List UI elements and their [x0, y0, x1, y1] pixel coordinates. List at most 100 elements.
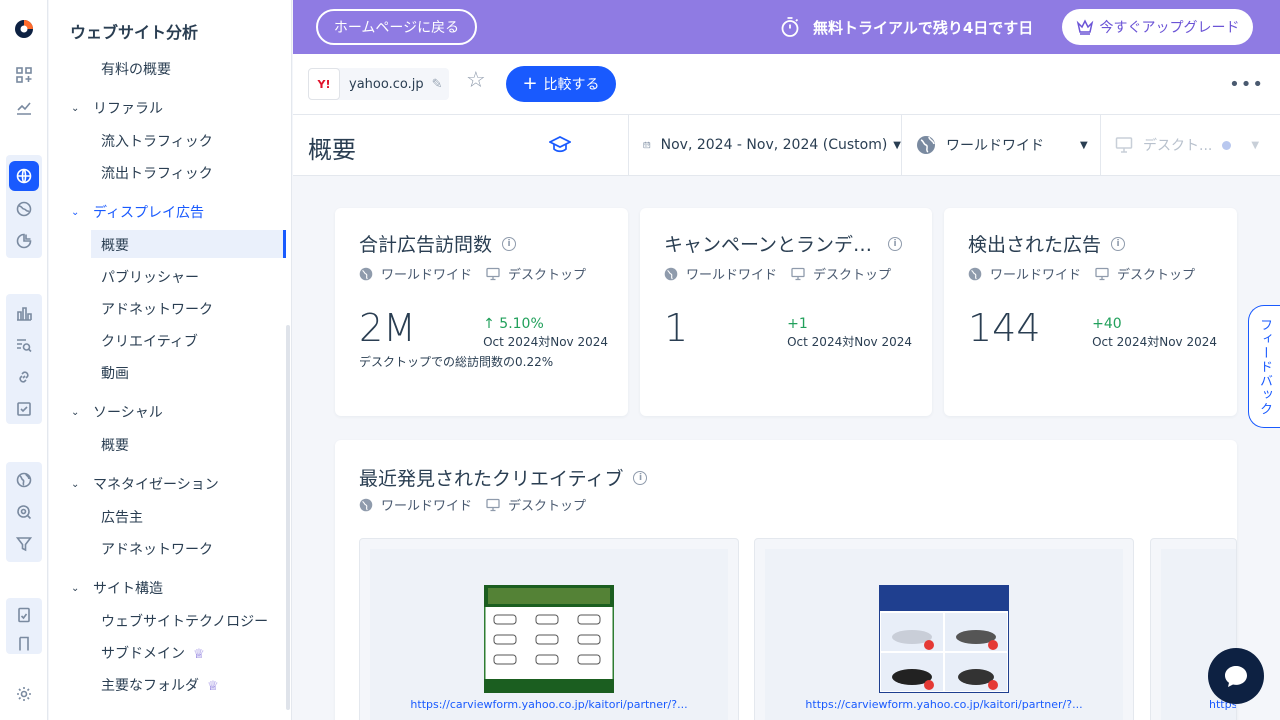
chevron-down-icon: ⌄	[71, 102, 80, 114]
sidebar-item-ad-networks[interactable]: アドネットワーク	[101, 299, 213, 319]
creative-preview	[765, 549, 1123, 720]
sidebar-item-social-overview[interactable]: 概要	[101, 435, 129, 455]
sidebar-section-site-structure[interactable]: ⌄ サイト構造	[71, 578, 163, 598]
globe-search-icon[interactable]	[14, 199, 34, 219]
chevron-down-icon: ⌄	[71, 206, 80, 218]
keyword-search-icon[interactable]	[14, 335, 34, 355]
device-label: デスクトップ	[508, 268, 587, 283]
sidebar-section-monetization[interactable]: ⌄ マネタイゼーション	[71, 474, 219, 494]
chevron-down-icon: ⌄	[71, 406, 80, 418]
card-title: 検出された広告 i	[968, 230, 1126, 257]
creative-url-link[interactable]: https://carviewform.yahoo.co.jp/kaitori/…	[360, 698, 738, 711]
pie-chart-icon[interactable]	[14, 231, 34, 251]
metric-delta: +1 Oct 2024対Nov 2024	[787, 315, 912, 351]
carview-ad-image	[879, 585, 1009, 693]
compare-label: 比較する	[543, 77, 600, 93]
sidebar-section-social[interactable]: ⌄ ソーシャル	[71, 402, 163, 422]
bar-chart-icon[interactable]	[14, 303, 34, 323]
creative-tile[interactable]: https://carviewform.yahoo.co.jp/kaitori/…	[754, 538, 1134, 720]
funnel-icon[interactable]	[14, 534, 34, 554]
metric-card-total-ad-visits: 合計広告訪問数 i ワールドワイド デスクトップ 2M ↑ 5.10% Oct …	[335, 208, 628, 416]
sidebar-item-website-technology[interactable]: ウェブサイトテクノロジー	[101, 611, 268, 631]
date-range-filter[interactable]: Nov, 2024 - Nov, 2024 (Custom) ▼	[628, 115, 901, 175]
stopwatch-icon	[781, 17, 799, 37]
sidebar-item-videos[interactable]: 動画	[101, 363, 129, 383]
device-label: デスクトップ	[813, 268, 892, 283]
sidebar-item-monetization-ad-networks[interactable]: アドネットワーク	[101, 539, 213, 559]
caret-down-icon: ▼	[1251, 139, 1260, 151]
upgrade-label: 今すぐアップグレード	[1099, 20, 1240, 36]
sidebar-section-label: ソーシャル	[93, 405, 163, 421]
info-icon[interactable]: i	[502, 236, 517, 251]
calendar-icon	[643, 141, 651, 149]
globe-icon[interactable]	[14, 166, 34, 186]
sidebar-section-display-ads[interactable]: ⌄ ディスプレイ広告	[71, 202, 204, 222]
back-to-home-button[interactable]: ホームページに戻る	[316, 9, 477, 45]
similarweb-logo-icon[interactable]	[14, 19, 34, 39]
checklist-icon[interactable]	[14, 399, 34, 419]
crown-icon	[1076, 19, 1093, 35]
caret-down-icon: ▼	[1080, 139, 1088, 151]
card-title-text: 合計広告訪問数	[359, 234, 493, 256]
metric-value: 1	[664, 306, 689, 350]
carview-ad-image	[484, 585, 614, 693]
globe-icon	[968, 267, 982, 280]
sidebar-item-display-overview[interactable]: 概要	[101, 235, 129, 255]
domain-chip[interactable]: Y! yahoo.co.jp ✎	[308, 68, 449, 100]
device-filter[interactable]: デスクト... ▼	[1100, 115, 1280, 175]
region-label: ワールドワイド	[381, 499, 473, 514]
sidebar-section-referrals[interactable]: ⌄ リファラル	[71, 98, 163, 118]
metric-card-campaigns-landing: キャンペーンとランデ… i ワールドワイド デスクトップ 1 +1 Oct 20…	[640, 208, 932, 416]
edit-pencil-icon[interactable]: ✎	[432, 77, 443, 92]
trial-notice: 無料トライアルで残り4日です日	[779, 16, 1033, 38]
creative-preview	[370, 549, 728, 720]
info-icon[interactable]: i	[1111, 236, 1126, 251]
region-filter[interactable]: ワールドワイド ▼	[901, 115, 1100, 175]
target-search-icon[interactable]	[14, 502, 34, 522]
globe-icon	[664, 267, 678, 280]
desktop-icon	[791, 267, 805, 280]
bookmark-icon[interactable]	[14, 634, 34, 654]
metric-footnote: デスクトップでの総訪問数の0.22%	[359, 355, 554, 369]
feedback-label: フィードバック	[1257, 317, 1272, 416]
link-icon[interactable]	[14, 367, 34, 387]
info-icon[interactable]: i	[888, 236, 903, 251]
dashboard-icon[interactable]	[14, 65, 34, 85]
crown-icon: ♕	[207, 679, 219, 694]
sidebar-item-publishers[interactable]: パブリッシャー	[101, 267, 199, 287]
sidebar-scrollbar[interactable]	[286, 325, 290, 710]
region-label: ワールドワイド	[990, 268, 1082, 283]
creative-tile[interactable]: https://carviewform.yahoo.co.jp/kaitori/…	[359, 538, 739, 720]
icon-rail	[0, 0, 48, 720]
chat-button[interactable]	[1208, 648, 1264, 704]
domain-bar: Y! yahoo.co.jp ✎ ☆ + 比較する •••	[293, 54, 1280, 115]
metric-card-detected-ads: 検出された広告 i ワールドワイド デスクトップ 144 +40 Oct 202…	[944, 208, 1237, 416]
sidebar-item-incoming-traffic[interactable]: 流入トラフィック	[101, 131, 213, 151]
sidebar-item-subdomains[interactable]: サブドメイン ♕	[101, 643, 205, 663]
graduation-cap-icon[interactable]	[549, 135, 571, 155]
sidebar-item-label: 主要なフォルダ	[101, 678, 199, 694]
domain-name: yahoo.co.jp	[349, 76, 424, 92]
favorite-star-icon[interactable]: ☆	[466, 70, 486, 92]
sidebar-item-creatives[interactable]: クリエイティブ	[101, 331, 198, 351]
globe-icon	[359, 498, 373, 511]
caret-down-icon: ▼	[893, 139, 901, 151]
sidebar-item-paid-overview[interactable]: 有料の概要	[101, 59, 171, 79]
sidebar-item-top-folders[interactable]: 主要なフォルダ ♕	[101, 675, 219, 695]
creative-url-link[interactable]: https://carviewform.yahoo.co.jp/kaitori/…	[755, 698, 1133, 711]
region-label: ワールドワイド	[381, 268, 473, 283]
metric-compare: Oct 2024対Nov 2024	[787, 335, 912, 349]
compare-button[interactable]: + 比較する	[506, 66, 616, 102]
upgrade-button[interactable]: 今すぐアップグレード	[1062, 9, 1253, 45]
trend-chart-icon[interactable]	[14, 97, 34, 117]
feedback-tab[interactable]: フィードバック	[1248, 305, 1280, 428]
card-filters: ワールドワイド デスクトップ	[359, 264, 586, 283]
sidebar-item-outgoing-traffic[interactable]: 流出トラフィック	[101, 163, 213, 183]
world-map-icon[interactable]	[14, 470, 34, 490]
report-icon[interactable]	[14, 605, 34, 625]
sidebar-item-advertisers[interactable]: 広告主	[101, 507, 143, 527]
card-title-text: 検出された広告	[968, 234, 1102, 256]
more-options-icon[interactable]: •••	[1229, 74, 1264, 95]
settings-gear-icon[interactable]	[14, 684, 34, 704]
info-icon[interactable]: i	[633, 470, 648, 485]
